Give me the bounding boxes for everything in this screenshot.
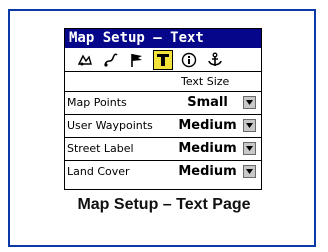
chevron-down-icon [246, 123, 253, 128]
text-size-field-user-waypoints[interactable]: Medium [175, 117, 240, 135]
tab-waypoint[interactable] [127, 50, 147, 70]
setting-row-street-label: Street Label Medium [65, 137, 261, 160]
tab-marine[interactable] [205, 50, 225, 70]
dropdown-button[interactable] [243, 96, 256, 109]
setting-label: Street Label [67, 142, 134, 155]
setting-row-user-waypoints: User Waypoints Medium [65, 114, 261, 137]
dropdown-button[interactable] [243, 165, 256, 178]
gps-screen: Map Setup – Text Text Size Map Points Sm… [64, 28, 262, 190]
text-size-field-street-label[interactable]: Medium [175, 140, 240, 158]
setting-label: Land Cover [67, 165, 130, 178]
chevron-down-icon [246, 169, 253, 174]
info-icon [181, 52, 197, 68]
dropdown-button[interactable] [243, 119, 256, 132]
tab-text[interactable] [153, 50, 173, 70]
text-size-field-map-points[interactable]: Small [175, 94, 240, 112]
anchor-icon [208, 52, 222, 66]
column-header-text-size: Text Size [181, 75, 230, 88]
text-icon [157, 54, 169, 66]
chevron-down-icon [246, 100, 253, 105]
chevron-down-icon [246, 146, 253, 151]
text-size-field-land-cover[interactable]: Medium [175, 163, 240, 181]
figure-caption: Map Setup – Text Page [77, 196, 251, 213]
setting-label: User Waypoints [67, 119, 153, 132]
setup-tabs [65, 48, 261, 72]
dropdown-button[interactable] [243, 142, 256, 155]
tab-information[interactable] [179, 50, 199, 70]
setting-row-map-points: Map Points Small [65, 91, 261, 114]
route-icon [104, 53, 118, 67]
setting-label: Map Points [67, 96, 127, 109]
map-detail-icon [77, 54, 92, 66]
tab-map-detail[interactable] [75, 50, 95, 70]
flag-icon [131, 54, 142, 67]
tab-route[interactable] [101, 50, 121, 70]
window-title: Map Setup – Text [65, 29, 261, 48]
setting-row-land-cover: Land Cover Medium [65, 160, 261, 183]
